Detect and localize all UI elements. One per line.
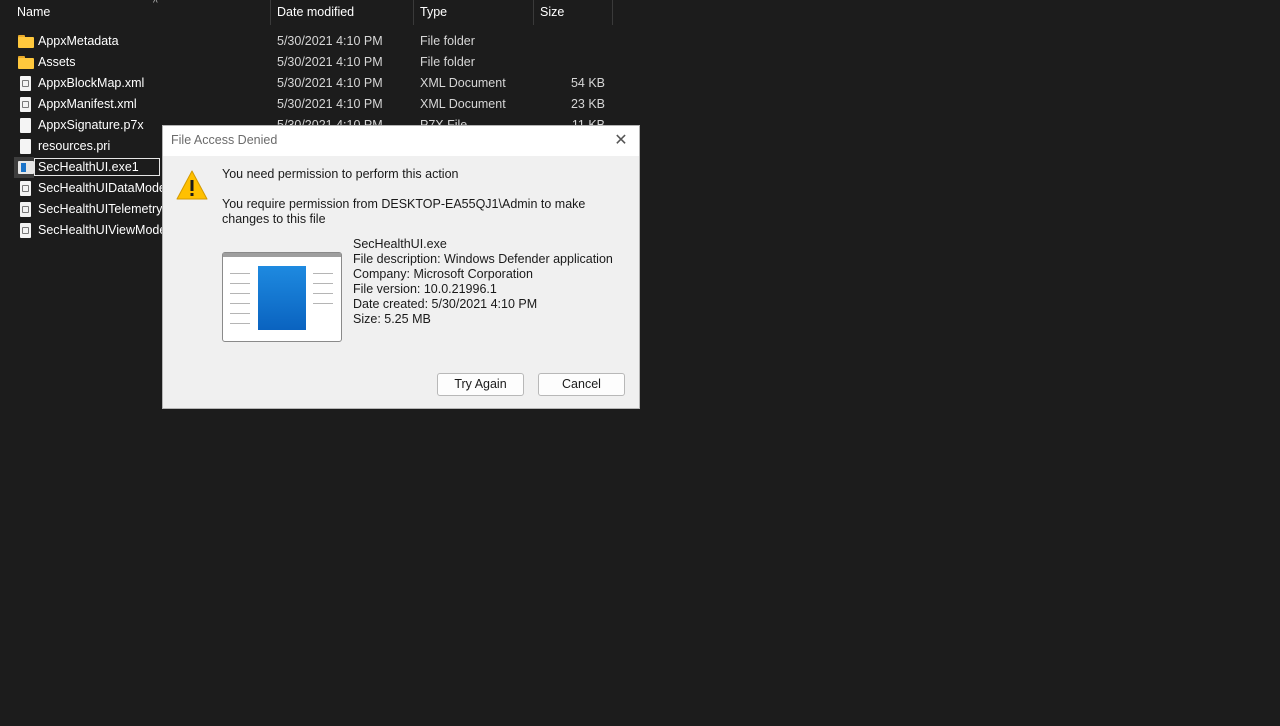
file-type: File folder — [420, 55, 475, 69]
file-date: 5/30/2021 4:10 PM — [277, 55, 383, 69]
file-date: 5/30/2021 4:10 PM — [277, 34, 383, 48]
file-info-size: Size: 5.25 MB — [353, 312, 431, 326]
file-icon — [18, 139, 34, 154]
xml-file-icon — [18, 97, 34, 112]
file-info: SecHealthUI.exe File description: Window… — [353, 237, 613, 327]
dll-file-icon — [18, 202, 34, 217]
file-name: resources.pri — [38, 139, 111, 153]
file-name: AppxMetadata — [38, 34, 119, 48]
xml-file-icon — [18, 76, 34, 91]
file-info-version: File version: 10.0.21996.1 — [353, 282, 497, 296]
dll-file-icon — [18, 181, 34, 196]
file-row[interactable]: Assets 5/30/2021 4:10 PM File folder — [0, 52, 613, 73]
column-header-date[interactable]: Date modified — [271, 0, 414, 25]
dialog-detail: You require permission from DESKTOP-EA55… — [222, 197, 586, 226]
exe-icon — [18, 160, 34, 175]
file-row[interactable]: AppxMetadata 5/30/2021 4:10 PM File fold… — [0, 31, 613, 52]
app-icon — [258, 266, 306, 330]
file-name: SecHealthUITelemetry.d — [38, 202, 172, 216]
file-size: 23 KB — [570, 97, 605, 111]
column-header-row: Name ^ Date modified Type Size — [0, 0, 613, 25]
file-name: SecHealthUIViewModels — [38, 223, 176, 237]
file-info-company: Company: Microsoft Corporation — [353, 267, 533, 281]
file-date: 5/30/2021 4:10 PM — [277, 76, 383, 90]
folder-icon — [18, 34, 34, 49]
cancel-button[interactable]: Cancel — [538, 373, 625, 396]
file-info-date-created: Date created: 5/30/2021 4:10 PM — [353, 297, 538, 311]
file-name: SecHealthUIDataModel. — [38, 181, 173, 195]
file-name: AppxManifest.xml — [38, 97, 137, 111]
dialog-message: You need permission to perform this acti… — [222, 167, 459, 181]
dll-file-icon — [18, 223, 34, 238]
column-header-type[interactable]: Type — [414, 0, 534, 25]
column-divider[interactable] — [612, 0, 613, 25]
dialog-title: File Access Denied — [171, 133, 278, 147]
file-info-description: File description: Windows Defender appli… — [353, 252, 613, 266]
folder-icon — [18, 55, 34, 70]
file-icon — [18, 118, 34, 133]
file-row[interactable]: AppxManifest.xml 5/30/2021 4:10 PM XML D… — [0, 94, 613, 115]
file-thumbnail — [222, 252, 342, 342]
file-date: 5/30/2021 4:10 PM — [277, 97, 383, 111]
file-info-name: SecHealthUI.exe — [353, 237, 447, 251]
file-type: File folder — [420, 34, 475, 48]
dialog-titlebar[interactable]: File Access Denied ✕ — [163, 126, 639, 156]
try-again-button[interactable]: Try Again — [437, 373, 524, 396]
file-row[interactable]: AppxBlockMap.xml 5/30/2021 4:10 PM XML D… — [0, 73, 613, 94]
warning-icon — [176, 170, 208, 200]
close-button[interactable]: ✕ — [609, 129, 633, 153]
file-name: Assets — [38, 55, 76, 69]
file-type: XML Document — [420, 76, 506, 90]
file-size: 54 KB — [570, 76, 605, 90]
column-header-size[interactable]: Size — [534, 0, 613, 25]
file-type: XML Document — [420, 97, 506, 111]
file-name: AppxSignature.p7x — [38, 118, 144, 132]
close-icon: ✕ — [614, 132, 628, 149]
column-header-name[interactable]: Name ^ — [0, 0, 271, 25]
rename-input[interactable]: SecHealthUI.exe1 — [34, 158, 160, 176]
file-name: AppxBlockMap.xml — [38, 76, 145, 90]
file-access-denied-dialog: File Access Denied ✕ You need permission… — [162, 125, 640, 409]
sort-ascending-icon: ^ — [153, 0, 158, 9]
